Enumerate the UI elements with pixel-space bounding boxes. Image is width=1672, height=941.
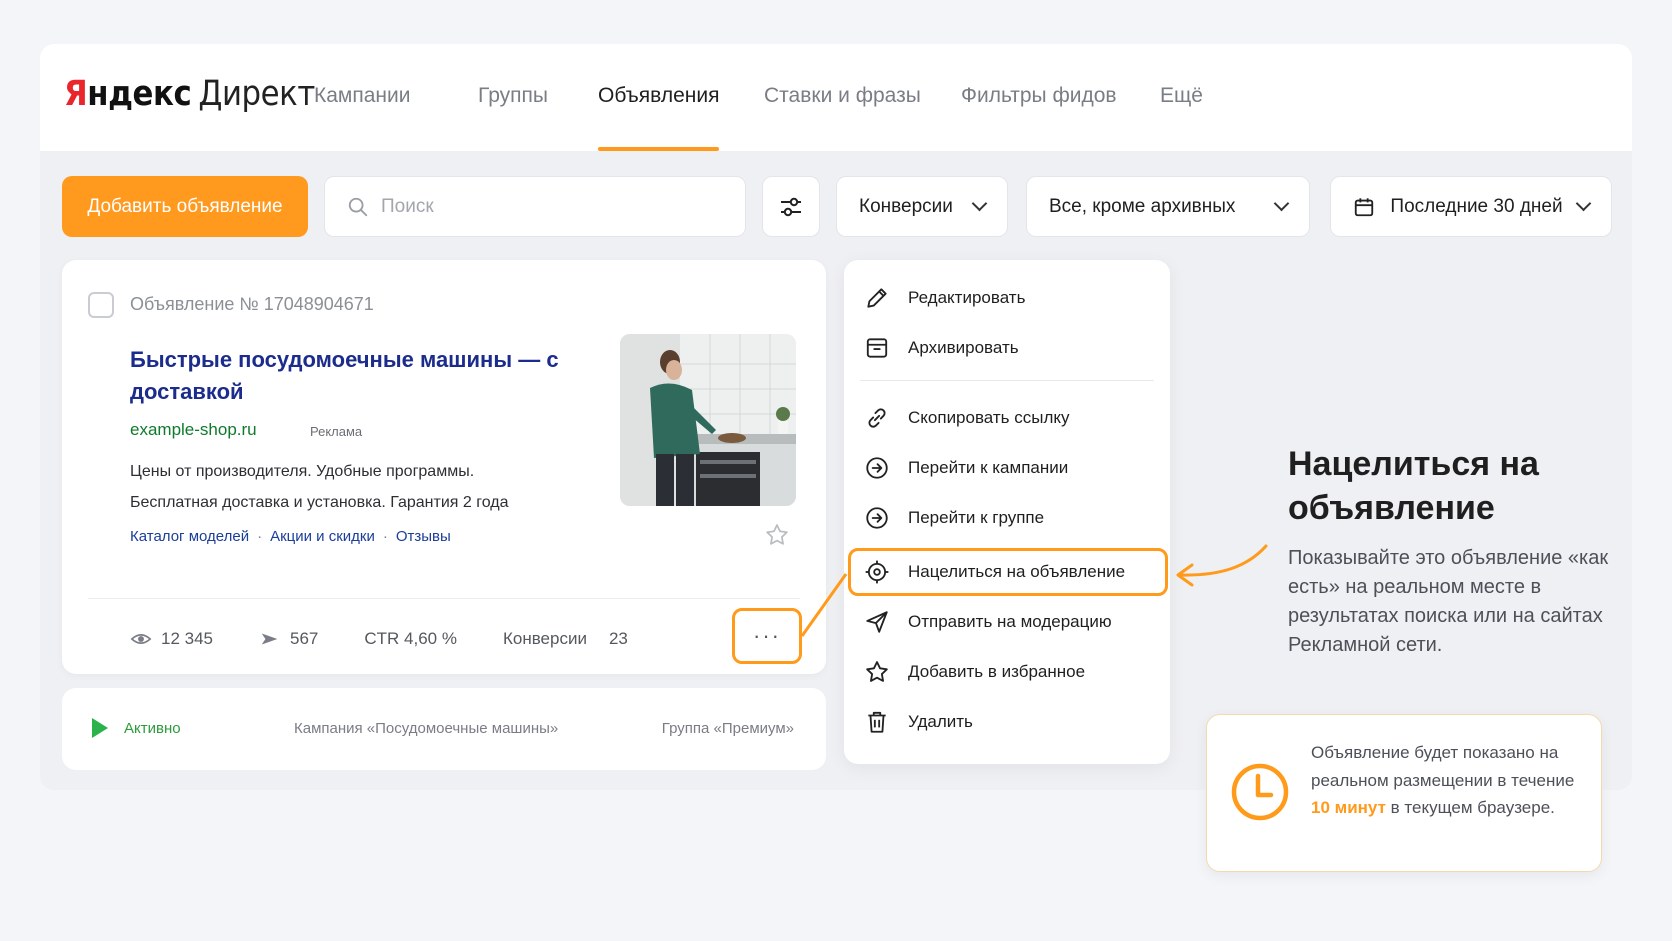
metric-select[interactable]: Конверсии bbox=[836, 176, 1008, 237]
sliders-icon bbox=[781, 197, 801, 216]
clicks-stat: 567 bbox=[259, 628, 318, 650]
ad-sitelinks: Каталог моделей · Акции и скидки · Отзыв… bbox=[130, 528, 451, 545]
notice-accent: 10 минут bbox=[1311, 798, 1386, 817]
period-select[interactable]: Последние 30 дней bbox=[1330, 176, 1612, 237]
send-icon bbox=[866, 611, 888, 633]
chevron-down-icon bbox=[971, 195, 988, 212]
info-notice: Объявление будет показано на реальном ра… bbox=[1206, 714, 1602, 872]
star-icon bbox=[866, 661, 888, 682]
pencil-icon bbox=[867, 288, 887, 308]
top-navigation: Яндекс Директ Кампании Группы Объявления … bbox=[40, 44, 1632, 151]
sitelink-separator: · bbox=[382, 528, 388, 545]
tab-groups[interactable]: Группы bbox=[478, 84, 548, 151]
search-input[interactable]: Поиск bbox=[324, 176, 746, 237]
tab-ads[interactable]: Объявления bbox=[598, 84, 720, 151]
ad-domain[interactable]: example-shop.ru bbox=[130, 420, 257, 440]
ad-card: Объявление № 17048904671 Быстрые посудом… bbox=[62, 260, 826, 674]
campaign-link[interactable]: Кампания «Посудомоечные машины» bbox=[294, 720, 558, 737]
menu-item-edit[interactable]: Редактировать bbox=[864, 280, 1025, 316]
period-select-value: Последние 30 дней bbox=[1390, 195, 1563, 217]
play-icon bbox=[92, 718, 108, 738]
sitelink[interactable]: Отзывы bbox=[396, 528, 451, 545]
filter-settings-button[interactable] bbox=[762, 176, 820, 237]
menu-item-go-to-campaign[interactable]: Перейти к кампании bbox=[864, 450, 1068, 486]
ad-title[interactable]: Быстрые посудомоечные машины — с доставк… bbox=[130, 344, 560, 408]
menu-item-target-ad[interactable]: Нацелиться на объявление bbox=[848, 548, 1168, 596]
yandex-direct-logo[interactable]: Яндекс Директ bbox=[64, 74, 315, 114]
archive-icon bbox=[866, 338, 888, 358]
sitelink[interactable]: Каталог моделей bbox=[130, 528, 249, 545]
card-divider bbox=[88, 598, 800, 599]
conversions-stat: Конверсии 23 bbox=[502, 629, 628, 648]
favorite-star-icon[interactable] bbox=[764, 522, 790, 548]
calendar-icon bbox=[1354, 197, 1374, 216]
chevron-down-icon bbox=[1273, 195, 1290, 212]
menu-item-send-to-moderation[interactable]: Отправить на модерацию bbox=[864, 604, 1112, 640]
menu-item-delete[interactable]: Удалить bbox=[864, 704, 973, 740]
chevron-down-icon bbox=[1575, 195, 1592, 212]
notice-text: Объявление будет показано на реальном ра… bbox=[1311, 743, 1575, 817]
ctr-stat: CTR 4,60 % bbox=[364, 629, 457, 648]
sitelink-separator: · bbox=[257, 528, 263, 545]
arrow-circle-icon bbox=[866, 457, 888, 479]
add-ad-button[interactable]: Добавить объявление bbox=[62, 176, 308, 237]
tab-more[interactable]: Ещё bbox=[1160, 84, 1203, 151]
ad-label: Реклама bbox=[310, 424, 363, 439]
more-actions-button[interactable]: ··· bbox=[732, 608, 802, 664]
arrow-circle-icon bbox=[866, 507, 888, 529]
views-stat: 12 345 bbox=[130, 628, 213, 650]
tab-campaigns[interactable]: Кампании bbox=[314, 84, 410, 151]
trash-icon bbox=[868, 711, 886, 733]
link-icon bbox=[868, 408, 886, 428]
status-select-value: Все, кроме архивных bbox=[1049, 195, 1236, 217]
menu-item-archive[interactable]: Архивировать bbox=[864, 330, 1019, 366]
status-select[interactable]: Все, кроме архивных bbox=[1026, 176, 1310, 237]
menu-item-add-to-favorites[interactable]: Добавить в избранное bbox=[864, 654, 1085, 690]
group-link[interactable]: Группа «Премиум» bbox=[662, 720, 794, 737]
status-active: Активно bbox=[92, 718, 181, 738]
ad-stats: 12 345 567 CTR 4,60 % Конверсии 23 bbox=[130, 628, 674, 650]
search-icon bbox=[348, 197, 368, 216]
ad-text: Цены от производителя. Удобные программы… bbox=[130, 463, 509, 511]
ad-image bbox=[620, 334, 796, 506]
target-icon bbox=[865, 560, 889, 584]
menu-item-go-to-group[interactable]: Перейти к группе bbox=[864, 500, 1044, 536]
tab-bids-phrases[interactable]: Ставки и фразы bbox=[764, 84, 921, 151]
metric-select-value: Конверсии bbox=[859, 195, 953, 217]
tab-feed-filters[interactable]: Фильтры фидов bbox=[961, 84, 1117, 151]
eye-icon bbox=[130, 634, 152, 644]
clock-icon bbox=[1231, 763, 1289, 821]
cursor-arrow-icon bbox=[261, 633, 278, 645]
callout-title: Нацелиться на объявление bbox=[1288, 445, 1539, 527]
ad-select-checkbox[interactable] bbox=[88, 292, 114, 318]
menu-item-copy-link[interactable]: Скопировать ссылку bbox=[864, 400, 1070, 436]
search-placeholder: Поиск bbox=[381, 195, 434, 217]
menu-separator bbox=[860, 380, 1154, 381]
sitelink[interactable]: Акции и скидки bbox=[270, 528, 375, 545]
callout-text: Показывайте это объявление «как есть» на… bbox=[1288, 547, 1609, 656]
ad-actions-menu: Редактировать Архивировать Скопировать с… bbox=[844, 260, 1170, 764]
ad-status-bar: Активно Кампания «Посудомоечные машины» … bbox=[62, 688, 826, 770]
ad-number: Объявление № 17048904671 bbox=[130, 294, 374, 314]
